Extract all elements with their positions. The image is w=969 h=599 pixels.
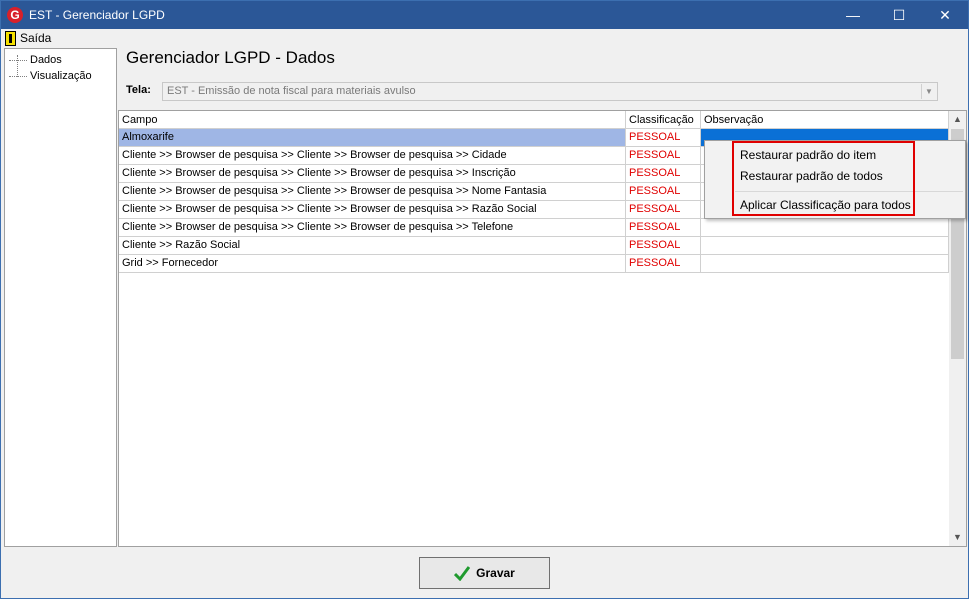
cell-classificacao[interactable]: PESSOAL (626, 165, 701, 183)
cell-observacao[interactable] (701, 255, 949, 273)
cell-campo[interactable]: Almoxarife (119, 129, 626, 147)
cell-classificacao[interactable]: PESSOAL (626, 255, 701, 273)
cell-campo[interactable]: Cliente >> Browser de pesquisa >> Client… (119, 201, 626, 219)
grid-header: Campo Classificação Observação (119, 111, 949, 129)
app-logo-icon: G (7, 7, 23, 23)
close-button[interactable]: ✕ (922, 1, 968, 29)
tree-item-dados[interactable]: Dados (9, 54, 62, 66)
tree-item-label: Dados (30, 54, 62, 66)
cell-classificacao[interactable]: PESSOAL (626, 129, 701, 147)
page-title: Gerenciador LGPD - Dados (126, 48, 335, 67)
cell-campo[interactable]: Grid >> Fornecedor (119, 255, 626, 273)
minimize-button[interactable]: — (830, 1, 876, 29)
cell-campo[interactable]: Cliente >> Browser de pesquisa >> Client… (119, 183, 626, 201)
table-row[interactable]: Grid >> Fornecedor PESSOAL (119, 255, 949, 273)
chevron-down-icon[interactable]: ▼ (921, 84, 936, 99)
cell-classificacao[interactable]: PESSOAL (626, 183, 701, 201)
cell-classificacao[interactable]: PESSOAL (626, 219, 701, 237)
menu-bar: Saída (1, 29, 968, 47)
column-header-classificacao[interactable]: Classificação (626, 111, 701, 129)
app-window: G EST - Gerenciador LGPD — ☐ ✕ Saída Dad… (0, 0, 969, 599)
screen-select[interactable]: EST - Emissão de nota fiscal para materi… (162, 82, 938, 101)
menu-exit[interactable]: Saída (5, 30, 51, 46)
column-header-campo[interactable]: Campo (119, 111, 626, 129)
scroll-down-icon[interactable]: ▼ (949, 529, 966, 546)
screen-label: Tela: (126, 84, 151, 96)
cell-campo[interactable]: Cliente >> Browser de pesquisa >> Client… (119, 165, 626, 183)
scroll-up-icon[interactable]: ▲ (949, 111, 966, 128)
exit-door-icon (5, 30, 16, 46)
cell-observacao[interactable] (701, 219, 949, 237)
menu-exit-label: Saída (20, 31, 52, 45)
cell-classificacao[interactable]: PESSOAL (626, 147, 701, 165)
title-bar: G EST - Gerenciador LGPD — ☐ ✕ (1, 1, 968, 29)
footer: Gravar (1, 548, 968, 598)
table-row[interactable]: Cliente >> Browser de pesquisa >> Client… (119, 219, 949, 237)
annotation-highlight-box (732, 141, 915, 216)
cell-campo[interactable]: Cliente >> Razão Social (119, 237, 626, 255)
check-icon (454, 566, 471, 581)
cell-campo[interactable]: Cliente >> Browser de pesquisa >> Client… (119, 219, 626, 237)
navigation-tree: Dados Visualização (4, 48, 117, 547)
screen-select-value: EST - Emissão de nota fiscal para materi… (167, 85, 416, 97)
cell-campo[interactable]: Cliente >> Browser de pesquisa >> Client… (119, 147, 626, 165)
column-header-observacao[interactable]: Observação (701, 111, 949, 129)
cell-classificacao[interactable]: PESSOAL (626, 201, 701, 219)
save-button[interactable]: Gravar (419, 557, 550, 589)
table-row[interactable]: Cliente >> Razão Social PESSOAL (119, 237, 949, 255)
save-button-label: Gravar (476, 566, 515, 580)
tree-item-label: Visualização (30, 70, 92, 82)
cell-observacao[interactable] (701, 237, 949, 255)
cell-classificacao[interactable]: PESSOAL (626, 237, 701, 255)
tree-item-visualizacao[interactable]: Visualização (9, 70, 92, 82)
window-title: EST - Gerenciador LGPD (29, 8, 165, 22)
maximize-button[interactable]: ☐ (876, 1, 922, 29)
